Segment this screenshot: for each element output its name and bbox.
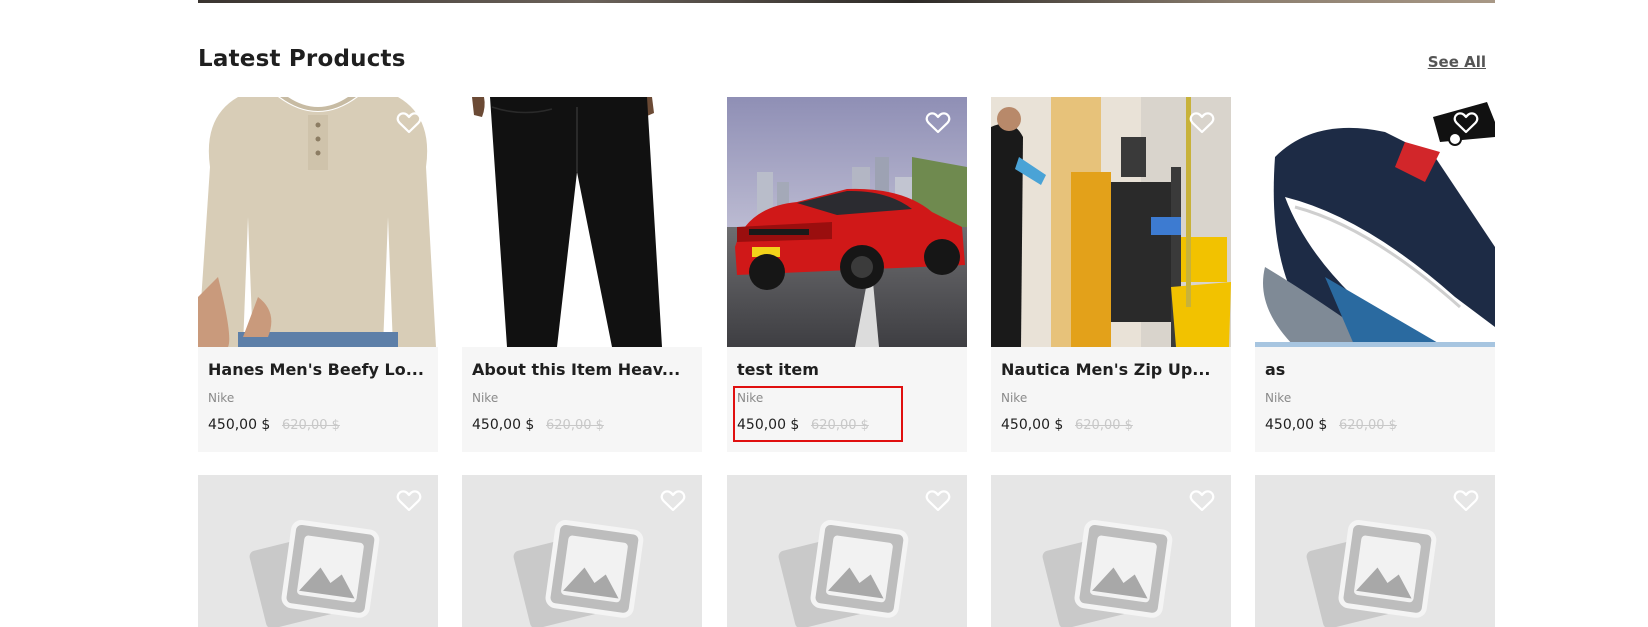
product-image-sneakers[interactable] (1255, 97, 1495, 347)
product-image-shirt[interactable] (198, 97, 438, 347)
placeholder-card[interactable] (1255, 475, 1495, 627)
product-name[interactable]: as (1265, 360, 1487, 379)
banner-bottom-edge (198, 0, 1495, 3)
product-name[interactable]: About this Item Heav... (472, 360, 694, 379)
heart-outline-icon[interactable] (925, 111, 951, 135)
product-old-price: 620,00 $ (1339, 418, 1397, 433)
section-title: Latest Products (198, 46, 406, 72)
product-name[interactable]: Hanes Men's Beefy Lo... (208, 360, 430, 379)
placeholder-card[interactable] (727, 475, 967, 627)
image-placeholder-icon (778, 519, 909, 627)
product-price: 450,00 $ (472, 417, 535, 433)
product-price: 450,00 $ (1001, 417, 1064, 433)
image-placeholder-icon (249, 519, 380, 627)
heart-outline-icon[interactable] (396, 489, 422, 513)
product-card[interactable]: as Nike 450,00 $ 620,00 $ (1255, 97, 1495, 452)
product-price: 450,00 $ (1265, 417, 1328, 433)
product-image-car[interactable] (727, 97, 967, 347)
image-placeholder-icon (1042, 519, 1173, 627)
latest-products-header: Latest Products See All (198, 44, 1486, 84)
product-old-price: 620,00 $ (546, 418, 604, 433)
product-old-price: 620,00 $ (1075, 418, 1133, 433)
product-brand: Nike (737, 391, 764, 405)
heart-outline-icon[interactable] (660, 111, 686, 135)
image-placeholder-icon (513, 519, 644, 627)
product-card[interactable]: About this Item Heav... Nike 450,00 $ 62… (462, 97, 702, 452)
product-card[interactable]: Nautica Men's Zip Up... Nike 450,00 $ 62… (991, 97, 1231, 452)
product-image-cleaning-cart[interactable] (991, 97, 1231, 347)
product-brand: Nike (208, 391, 235, 405)
product-card[interactable]: test item Nike 450,00 $ 620,00 $ (727, 97, 967, 452)
product-name[interactable]: test item (737, 360, 959, 379)
heart-outline-icon[interactable] (396, 111, 422, 135)
heart-outline-icon[interactable] (660, 489, 686, 513)
heart-outline-icon[interactable] (925, 489, 951, 513)
heart-outline-icon[interactable] (1189, 111, 1215, 135)
product-old-price: 620,00 $ (811, 418, 869, 433)
product-old-price: 620,00 $ (282, 418, 340, 433)
product-card[interactable]: Hanes Men's Beefy Lo... Nike 450,00 $ 62… (198, 97, 438, 452)
placeholder-card[interactable] (991, 475, 1231, 627)
heart-outline-icon[interactable] (1453, 489, 1479, 513)
product-image-pants[interactable] (462, 97, 702, 347)
product-name[interactable]: Nautica Men's Zip Up... (1001, 360, 1223, 379)
product-brand: Nike (1265, 391, 1292, 405)
heart-outline-icon[interactable] (1453, 111, 1479, 135)
see-all-link[interactable]: See All (1428, 53, 1486, 71)
image-placeholder-icon (1306, 519, 1437, 627)
heart-outline-icon[interactable] (1189, 489, 1215, 513)
placeholder-card[interactable] (198, 475, 438, 627)
product-brand: Nike (472, 391, 499, 405)
product-brand: Nike (1001, 391, 1028, 405)
product-price: 450,00 $ (208, 417, 271, 433)
placeholder-card[interactable] (462, 475, 702, 627)
product-price: 450,00 $ (737, 417, 800, 433)
